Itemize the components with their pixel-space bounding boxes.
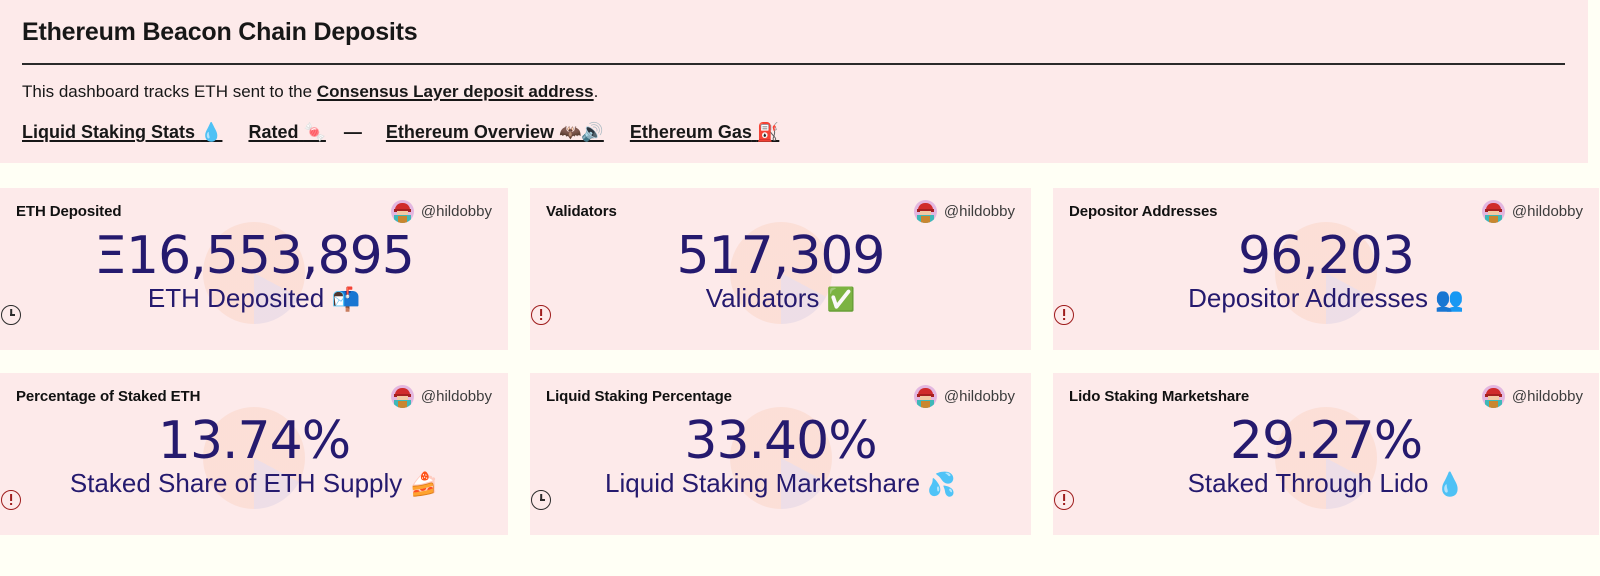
page-title: Ethereum Beacon Chain Deposits: [22, 18, 418, 46]
title-divider: [22, 62, 1565, 65]
alert-icon[interactable]: [531, 304, 551, 325]
author-handle: @hildobby: [943, 388, 1015, 405]
metric-value: Ξ16,553,895: [94, 226, 415, 286]
metric-card-eth-deposited[interactable]: ETH Deposited @hildobby Ξ16,553,895 ETH …: [0, 188, 508, 350]
mailbox-icon: 📬: [331, 287, 361, 314]
metric-sublabel: ETH Deposited 📬: [16, 283, 492, 315]
sublabel-text: Staked Share of ETH Supply: [69, 468, 403, 499]
dashboard-description: This dashboard tracks ETH sent to the Co…: [22, 79, 1566, 105]
link-label: Ethereum Gas: [629, 122, 752, 143]
pixel-avatar-icon: [1481, 385, 1505, 408]
metric-value: 13.74%: [157, 411, 351, 471]
card-body: 13.74% Staked Share of ETH Supply 🍰: [16, 412, 492, 500]
check-mark-icon: ✅: [826, 287, 856, 314]
card-header: Liquid Staking Percentage @hildobby: [546, 385, 1015, 408]
alert-icon[interactable]: [1054, 489, 1074, 510]
metric-value: 29.27%: [1229, 411, 1423, 471]
sublabel-text: Depositor Addresses: [1188, 283, 1429, 314]
card-author[interactable]: @hildobby: [1481, 200, 1583, 223]
author-handle: @hildobby: [943, 203, 1015, 220]
card-header: Depositor Addresses @hildobby: [1069, 200, 1583, 223]
link-liquid-staking-stats[interactable]: Liquid Staking Stats 💧: [22, 120, 222, 145]
clock-icon[interactable]: [531, 489, 551, 510]
sweat-droplets-icon: 💦: [927, 472, 956, 499]
card-title: ETH Deposited: [16, 203, 122, 220]
metric-value: 96,203: [1238, 226, 1415, 286]
metric-sublabel: Staked Share of ETH Supply 🍰: [16, 468, 492, 500]
alert-icon[interactable]: [1, 489, 21, 510]
pixel-avatar-icon: [390, 200, 414, 223]
description-prefix: This dashboard tracks ETH sent to the: [22, 81, 317, 101]
card-title: Lido Staking Marketshare: [1069, 388, 1250, 405]
metric-card-validators[interactable]: Validators @hildobby 517,309 Validators …: [530, 188, 1031, 350]
card-header: Lido Staking Marketshare @hildobby: [1069, 385, 1583, 408]
sublabel-text: Validators: [705, 283, 820, 314]
card-body: Ξ16,553,895 ETH Deposited 📬: [16, 227, 492, 315]
metric-card-liquid-staking-percentage[interactable]: Liquid Staking Percentage @hildobby 33.4…: [530, 373, 1031, 535]
card-header: Validators @hildobby: [546, 200, 1015, 223]
sublabel-text: ETH Deposited: [147, 283, 325, 314]
header-link-row: Liquid Staking Stats 💧 Rated 🍬 — Ethereu…: [22, 120, 1566, 145]
card-title: Liquid Staking Percentage: [546, 388, 732, 405]
link-label: Ethereum Overview: [385, 122, 554, 143]
pixel-avatar-icon: [913, 200, 937, 223]
author-handle: @hildobby: [420, 203, 492, 220]
dashboard-header: Ethereum Beacon Chain Deposits This dash…: [0, 0, 1588, 163]
metric-card-lido-staking-marketshare[interactable]: Lido Staking Marketshare @hildobby 29.27…: [1053, 373, 1599, 535]
link-rated[interactable]: Rated 🍬: [248, 120, 325, 145]
card-title: Validators: [546, 203, 617, 220]
card-body: 96,203 Depositor Addresses 👥: [1069, 227, 1583, 315]
card-title: Percentage of Staked ETH: [16, 388, 201, 405]
sublabel-text: Staked Through Lido: [1187, 468, 1429, 499]
card-author[interactable]: @hildobby: [913, 385, 1015, 408]
clock-icon[interactable]: [1, 304, 21, 325]
card-header: ETH Deposited @hildobby: [16, 200, 492, 223]
description-suffix: .: [593, 81, 599, 101]
card-title: Depositor Addresses: [1069, 203, 1218, 220]
card-body: 29.27% Staked Through Lido 💧: [1069, 412, 1583, 500]
link-separator: —: [343, 122, 362, 143]
metric-sublabel: Depositor Addresses 👥: [1069, 283, 1583, 315]
card-author[interactable]: @hildobby: [913, 200, 1015, 223]
metric-sublabel: Validators ✅: [546, 283, 1015, 315]
water-drop-icon: 💧: [200, 122, 223, 144]
card-header: Percentage of Staked ETH @hildobby: [16, 385, 492, 408]
card-author[interactable]: @hildobby: [390, 200, 492, 223]
author-handle: @hildobby: [420, 388, 492, 405]
pixel-avatar-icon: [1481, 200, 1505, 223]
consensus-layer-deposit-address-link[interactable]: Consensus Layer deposit address: [317, 82, 594, 101]
card-body: 33.40% Liquid Staking Marketshare 💦: [546, 412, 1015, 500]
fuel-pump-icon: ⛽: [756, 122, 780, 144]
card-author[interactable]: @hildobby: [390, 385, 492, 408]
metric-sublabel: Staked Through Lido 💧: [1069, 468, 1583, 500]
card-author[interactable]: @hildobby: [1481, 385, 1583, 408]
author-handle: @hildobby: [1511, 203, 1583, 220]
busts-in-silhouette-icon: 👥: [1435, 287, 1464, 314]
metric-card-depositor-addresses[interactable]: Depositor Addresses @hildobby 96,203 Dep…: [1053, 188, 1599, 350]
candy-icon: 🍬: [303, 122, 326, 144]
metric-value: 33.40%: [684, 411, 877, 471]
author-handle: @hildobby: [1511, 388, 1583, 405]
pixel-avatar-icon: [913, 385, 937, 408]
metric-sublabel: Liquid Staking Marketshare 💦: [546, 468, 1015, 500]
pixel-avatar-icon: [390, 385, 414, 408]
link-ethereum-gas[interactable]: Ethereum Gas ⛽: [630, 120, 779, 145]
water-drop-icon: 💧: [1435, 472, 1465, 499]
bat-speaker-icon: 🦇🔊: [559, 122, 604, 144]
metric-card-grid: ETH Deposited @hildobby Ξ16,553,895 ETH …: [0, 188, 1600, 535]
shortcake-icon: 🍰: [409, 472, 439, 499]
link-label: Liquid Staking Stats: [22, 122, 196, 143]
link-ethereum-overview[interactable]: Ethereum Overview 🦇🔊: [386, 120, 604, 145]
link-label: Rated: [248, 122, 299, 143]
metric-card-percentage-of-staked-eth[interactable]: Percentage of Staked ETH @hildobby 13.74…: [0, 373, 508, 535]
sublabel-text: Liquid Staking Marketshare: [605, 468, 921, 499]
card-body: 517,309 Validators ✅: [546, 227, 1015, 315]
metric-value: 517,309: [676, 226, 885, 286]
alert-icon[interactable]: [1054, 304, 1074, 325]
